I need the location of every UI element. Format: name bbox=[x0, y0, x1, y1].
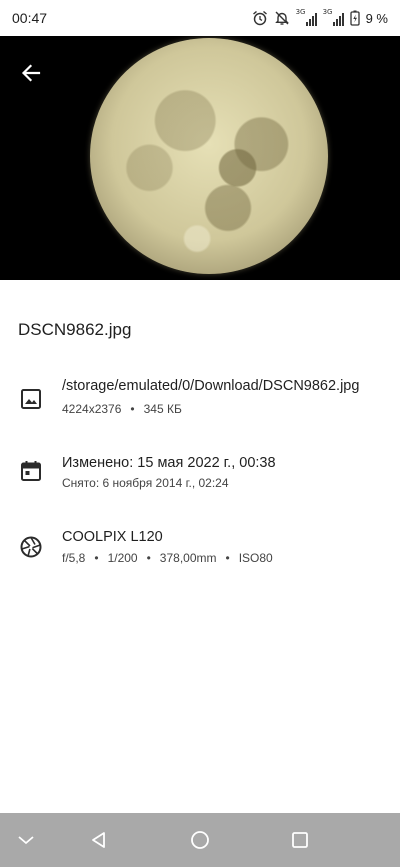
arrow-back-icon bbox=[21, 64, 41, 82]
file-size: 345 КБ bbox=[143, 402, 182, 416]
recents-square-icon bbox=[292, 832, 308, 848]
calendar-icon bbox=[21, 461, 41, 481]
nav-recents-button[interactable] bbox=[287, 827, 313, 853]
nav-back-button[interactable] bbox=[86, 827, 112, 853]
file-meta: 4224x2376 • 345 КБ bbox=[62, 402, 182, 416]
shutter-value: 1/200 bbox=[107, 551, 138, 565]
iso-value: ISO80 bbox=[238, 551, 273, 565]
moon-image bbox=[90, 38, 328, 274]
photo-preview[interactable] bbox=[0, 36, 400, 280]
camera-model: COOLPIX L120 bbox=[62, 529, 163, 545]
separator: • bbox=[94, 551, 99, 565]
hide-keyboard-button[interactable] bbox=[13, 827, 39, 853]
battery-charging-icon bbox=[349, 10, 360, 26]
separator: • bbox=[225, 551, 230, 565]
network-type-1: 3G bbox=[295, 8, 306, 16]
back-button[interactable] bbox=[14, 56, 48, 90]
camera-settings: f/5,8 • 1/200 • 378,00mm • ISO80 bbox=[62, 551, 273, 565]
back-triangle-icon bbox=[92, 832, 105, 848]
focal-length-value: 378,00mm bbox=[159, 551, 217, 565]
taken-date: Снято: 6 ноября 2014 г., 02:24 bbox=[62, 476, 229, 490]
alarm-icon bbox=[252, 10, 267, 26]
battery-percent: 9 % bbox=[365, 10, 388, 26]
separator: • bbox=[146, 551, 151, 565]
chevron-down-icon bbox=[18, 836, 34, 845]
file-path: /storage/emulated/0/Download/DSCN9862.jp… bbox=[62, 378, 360, 394]
status-time: 00:47 bbox=[12, 10, 48, 26]
modified-date: Изменено: 15 мая 2022 г., 00:38 bbox=[62, 455, 276, 471]
signal-2-icon: 3G bbox=[322, 8, 344, 26]
file-name: DSCN9862.jpg bbox=[18, 320, 132, 339]
nav-home-button[interactable] bbox=[187, 827, 213, 853]
navigation-bar bbox=[0, 813, 400, 867]
resolution: 4224x2376 bbox=[62, 402, 122, 416]
status-bar: 00:47 3G 3G 9 % bbox=[0, 0, 400, 36]
aperture-value: f/5,8 bbox=[62, 551, 86, 565]
aperture-icon bbox=[20, 536, 42, 558]
image-icon bbox=[21, 389, 41, 409]
separator: • bbox=[130, 402, 135, 416]
status-icons: 3G 3G 9 % bbox=[252, 8, 388, 26]
notifications-off-icon bbox=[274, 11, 289, 25]
home-circle-icon bbox=[191, 831, 209, 849]
signal-1-icon: 3G bbox=[295, 8, 317, 26]
network-type-2: 3G bbox=[322, 8, 333, 16]
